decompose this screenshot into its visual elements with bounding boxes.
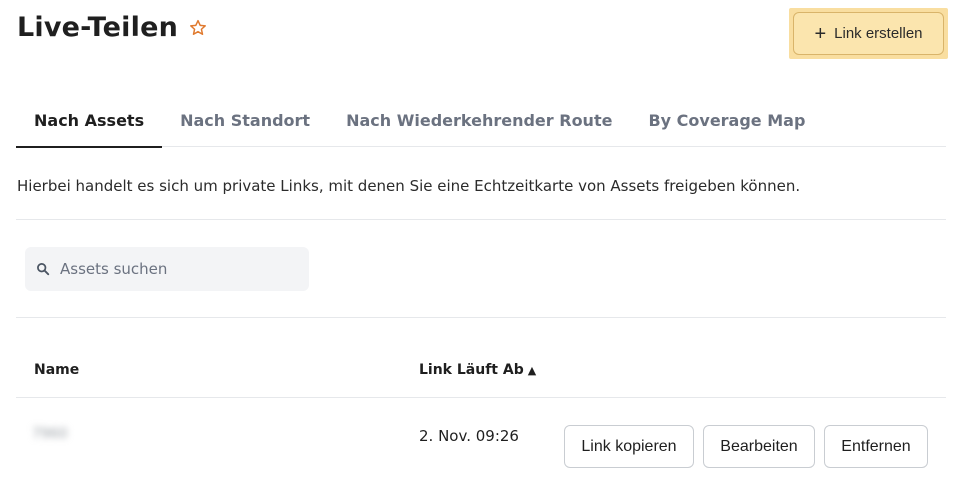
- plus-icon: +: [814, 22, 827, 45]
- link-expiry: 2. Nov. 09:26: [419, 427, 519, 445]
- tab-by-recurring-route[interactable]: Nach Wiederkehrender Route: [328, 94, 630, 147]
- column-header-expiry[interactable]: Link Läuft Ab ▲: [419, 362, 536, 378]
- sort-ascending-icon: ▲: [527, 364, 537, 377]
- asset-name[interactable]: 7960: [32, 426, 68, 442]
- edit-button[interactable]: Bearbeiten: [703, 425, 815, 468]
- remove-button[interactable]: Entfernen: [824, 425, 928, 468]
- page-title: Live-Teilen: [17, 12, 178, 43]
- create-link-highlight: + Link erstellen: [789, 8, 948, 59]
- column-header-name[interactable]: Name: [34, 362, 79, 378]
- search-input[interactable]: [60, 260, 300, 278]
- divider: [16, 317, 946, 318]
- create-link-button[interactable]: + Link erstellen: [793, 12, 944, 55]
- description-text: Hierbei handelt es sich um private Links…: [17, 177, 801, 195]
- tab-by-location[interactable]: Nach Standort: [162, 94, 328, 147]
- tab-bar: Nach Assets Nach Standort Nach Wiederkeh…: [16, 94, 946, 148]
- search-box[interactable]: [25, 247, 309, 291]
- page-header: Live-Teilen: [17, 12, 208, 43]
- search-icon: [36, 262, 50, 276]
- tab-by-coverage-map[interactable]: By Coverage Map: [630, 94, 823, 147]
- live-share-page: Live-Teilen + Link erstellen Nach Assets…: [0, 0, 956, 481]
- star-icon[interactable]: [188, 18, 208, 38]
- divider: [16, 397, 946, 398]
- divider: [16, 219, 946, 220]
- copy-link-button[interactable]: Link kopieren: [564, 425, 694, 468]
- column-header-expiry-label: Link Läuft Ab: [419, 362, 524, 378]
- tab-by-assets[interactable]: Nach Assets: [16, 94, 163, 148]
- create-link-label: Link erstellen: [834, 25, 923, 42]
